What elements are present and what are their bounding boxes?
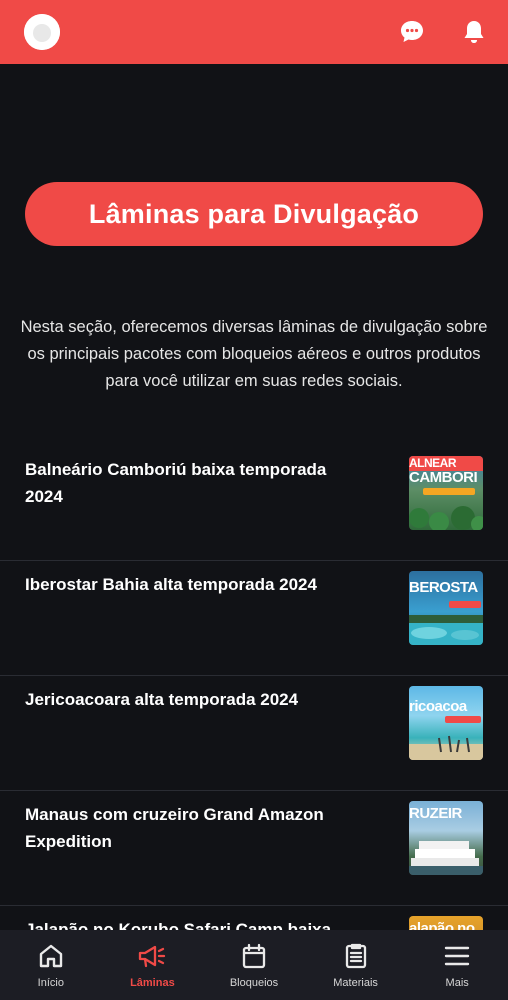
nav-item-bloqueios[interactable]: Bloqueios <box>204 941 304 989</box>
item-title: Iberostar Bahia alta temporada 2024 <box>25 575 317 594</box>
list-item[interactable]: Manaus com cruzeiro Grand Amazon Expedit… <box>0 791 508 906</box>
item-thumbnail[interactable]: ricoacoa <box>409 686 483 760</box>
list-item[interactable]: Iberostar Bahia alta temporada 2024 BERO… <box>0 561 508 676</box>
list-item[interactable]: Jericoacoara alta temporada 2024 ricoaco… <box>0 676 508 791</box>
intro-text: Nesta seção, oferecemos diversas lâminas… <box>20 318 488 390</box>
thumb-text: BEROSTA <box>409 579 478 596</box>
thumb-text: CAMBORI <box>409 469 478 486</box>
main-content[interactable]: Lâminas para Divulgação Nesta seção, ofe… <box>0 64 508 930</box>
item-title: Balneário Camboriú baixa temporada 2024 <box>25 460 327 506</box>
item-title: Manaus com cruzeiro Grand Amazon Expedit… <box>25 805 324 851</box>
item-title: Jericoacoara alta temporada 2024 <box>25 690 299 709</box>
megaphone-icon <box>137 941 167 971</box>
thumb-text: RUZEIR <box>409 805 462 822</box>
nav-label: Início <box>37 977 64 989</box>
menu-icon <box>442 941 472 971</box>
laminas-list: Balneário Camboriú baixa temporada 2024 … <box>0 446 508 930</box>
list-item[interactable]: Balneário Camboriú baixa temporada 2024 … <box>0 446 508 561</box>
item-thumbnail[interactable]: RUZEIR <box>409 801 483 875</box>
top-bar <box>0 0 508 64</box>
user-avatar-icon[interactable] <box>24 14 60 50</box>
clipboard-icon <box>341 941 371 971</box>
nav-item-mais[interactable]: Mais <box>407 941 507 989</box>
list-item[interactable]: Jalapão no Korubo Safari Camp baixa alap… <box>0 906 508 930</box>
bottom-navigation: Início Lâminas Bloqueios Materiais Mais <box>0 930 508 1000</box>
header-actions <box>398 18 488 46</box>
calendar-icon <box>239 941 269 971</box>
home-icon <box>36 941 66 971</box>
nav-label: Bloqueios <box>229 977 279 989</box>
item-thumbnail[interactable]: alapão no <box>409 916 483 930</box>
nav-label: Lâminas <box>130 977 175 989</box>
item-thumbnail[interactable]: ALNEAR CAMBORI <box>409 456 483 530</box>
nav-item-inicio[interactable]: Início <box>1 941 101 989</box>
thumb-text: alapão no <box>409 920 475 930</box>
page-title: Lâminas para Divulgação <box>25 182 483 246</box>
item-title: Jalapão no Korubo Safari Camp baixa <box>25 920 332 930</box>
nav-label: Mais <box>445 977 469 989</box>
item-thumbnail[interactable]: BEROSTA <box>409 571 483 645</box>
nav-item-laminas[interactable]: Lâminas <box>102 941 202 989</box>
nav-label: Materiais <box>333 977 378 989</box>
chat-bubble-icon[interactable] <box>398 18 426 46</box>
bell-icon[interactable] <box>460 18 488 46</box>
nav-item-materiais[interactable]: Materiais <box>306 941 406 989</box>
thumb-text: ricoacoa <box>409 698 467 715</box>
